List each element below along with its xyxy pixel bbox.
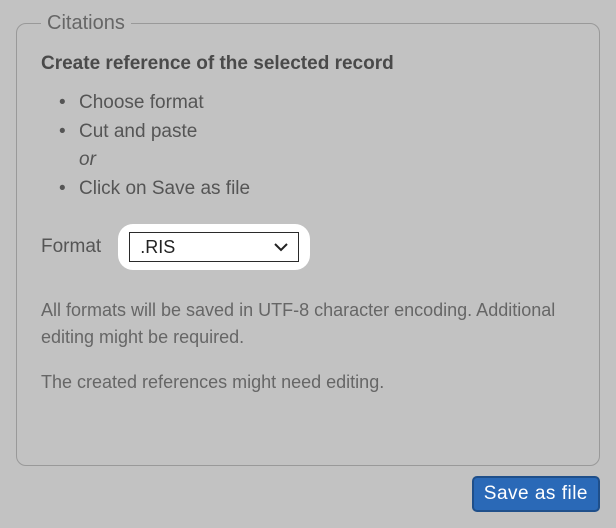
or-text: or bbox=[79, 146, 575, 175]
save-as-file-button[interactable]: Save as file bbox=[472, 476, 600, 512]
chevron-down-icon bbox=[274, 242, 288, 252]
panel-heading: Create reference of the selected record bbox=[41, 53, 575, 75]
panel-legend: Citations bbox=[41, 12, 131, 35]
list-item: Choose format bbox=[59, 89, 575, 118]
actions-row: Save as file bbox=[472, 476, 600, 512]
format-label: Format bbox=[41, 236, 101, 258]
format-select-value: .RIS bbox=[140, 237, 175, 258]
format-row: Format .RIS bbox=[41, 225, 575, 269]
list-item: Cut and paste bbox=[59, 118, 575, 147]
citations-panel: Citations Create reference of the select… bbox=[16, 12, 600, 466]
steps-list-cont: Click on Save as file bbox=[59, 175, 575, 204]
list-item: Click on Save as file bbox=[59, 175, 575, 204]
format-select-wrap: .RIS bbox=[119, 225, 309, 269]
format-select[interactable]: .RIS bbox=[129, 232, 299, 262]
encoding-note: All formats will be saved in UTF-8 chara… bbox=[41, 297, 575, 351]
editing-note: The created references might need editin… bbox=[41, 369, 575, 396]
steps-list: Choose format Cut and paste bbox=[59, 89, 575, 146]
